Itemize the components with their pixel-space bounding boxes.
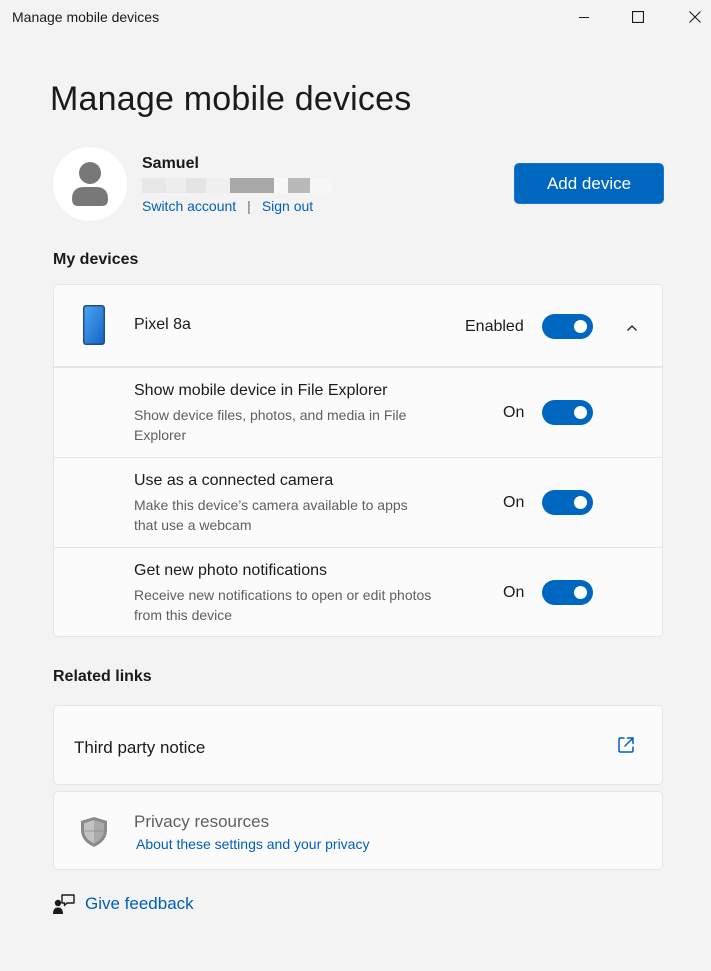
chevron-up-icon xyxy=(627,325,637,331)
privacy-resources-title: Privacy resources xyxy=(134,812,270,831)
link-separator: | xyxy=(247,198,251,214)
setting-description: Show device files, photos, and media in … xyxy=(134,407,407,443)
third-party-notice-label: Third party notice xyxy=(74,738,206,757)
setting-title: Get new photo notifications xyxy=(134,562,328,579)
minimize-icon xyxy=(579,17,589,18)
phone-icon xyxy=(83,305,105,345)
switch-account-link[interactable]: Switch account xyxy=(142,198,236,214)
setting-description: Make this device’s camera available to a… xyxy=(134,497,408,533)
give-feedback-label: Give feedback xyxy=(85,894,194,913)
privacy-resources-card: Privacy resources About these settings a… xyxy=(53,791,663,870)
setting-row-file-explorer: Show mobile device in File Explorer Show… xyxy=(54,367,662,457)
give-feedback-link[interactable]: Give feedback xyxy=(53,894,194,914)
device-header[interactable]: Pixel 8a Enabled xyxy=(54,285,662,367)
setting-row-connected-camera: Use as a connected camera Make this devi… xyxy=(54,457,662,547)
third-party-notice-card[interactable]: Third party notice xyxy=(53,705,663,785)
title-bar: Manage mobile devices xyxy=(0,0,711,36)
feedback-icon xyxy=(53,894,75,914)
page-title: Manage mobile devices xyxy=(50,80,412,118)
account-links: Switch account | Sign out xyxy=(142,198,313,214)
add-device-button[interactable]: Add device xyxy=(514,163,664,204)
external-link-icon xyxy=(618,737,634,753)
person-icon xyxy=(72,162,108,206)
device-enabled-toggle[interactable] xyxy=(542,314,593,339)
related-links-heading: Related links xyxy=(53,668,152,685)
photo-notifications-toggle[interactable] xyxy=(542,580,593,605)
device-name: Pixel 8a xyxy=(134,316,191,333)
minimize-button[interactable] xyxy=(561,0,607,34)
setting-state-label: On xyxy=(503,404,525,421)
file-explorer-toggle[interactable] xyxy=(542,400,593,425)
setting-title: Use as a connected camera xyxy=(134,472,334,489)
privacy-settings-link[interactable]: About these settings and your privacy xyxy=(136,836,369,852)
close-button[interactable] xyxy=(672,0,711,34)
shield-icon xyxy=(81,817,107,847)
setting-state-label: On xyxy=(503,494,525,511)
connected-camera-toggle[interactable] xyxy=(542,490,593,515)
setting-description: Receive new notifications to open or edi… xyxy=(134,587,432,623)
account-name: Samuel xyxy=(142,155,199,172)
avatar xyxy=(53,147,127,221)
my-devices-heading: My devices xyxy=(53,251,139,268)
setting-title: Show mobile device in File Explorer xyxy=(134,382,388,399)
device-status-label: Enabled xyxy=(465,318,524,335)
masked-email xyxy=(142,178,342,193)
setting-row-photo-notifications: Get new photo notifications Receive new … xyxy=(54,547,662,637)
window-title: Manage mobile devices xyxy=(12,9,160,25)
maximize-icon xyxy=(632,11,644,23)
device-card: Pixel 8a Enabled Show mobile device in F… xyxy=(53,284,663,637)
close-icon xyxy=(689,11,701,23)
setting-state-label: On xyxy=(503,584,525,601)
maximize-button[interactable] xyxy=(615,0,661,34)
sign-out-link[interactable]: Sign out xyxy=(262,198,313,214)
collapse-button[interactable] xyxy=(621,317,643,339)
